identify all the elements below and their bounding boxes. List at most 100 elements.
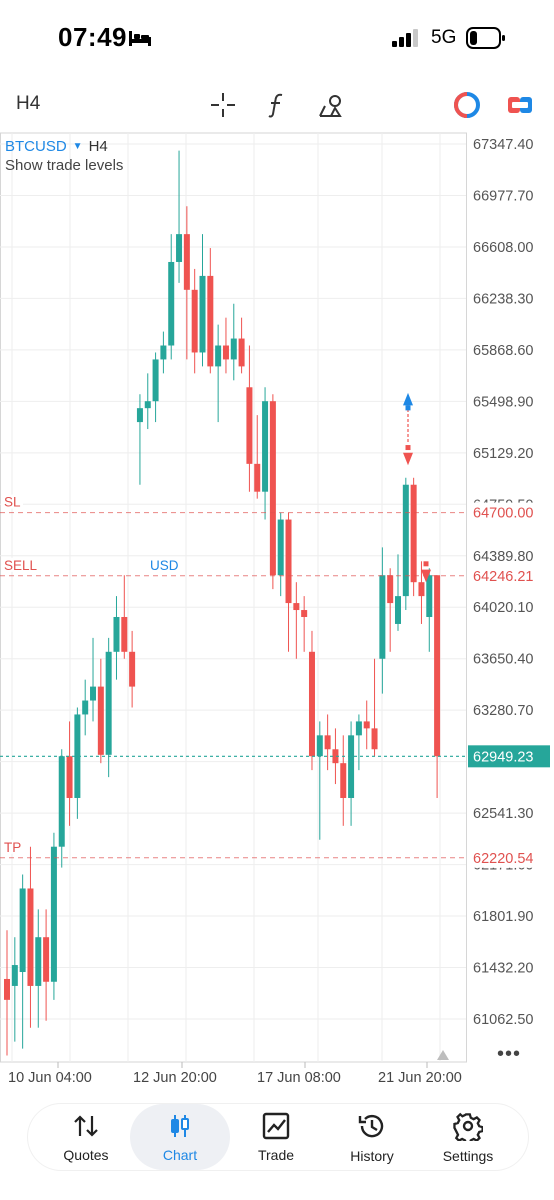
candle-body <box>90 686 97 701</box>
candle-body <box>285 519 292 604</box>
candle-body <box>371 728 378 750</box>
candle-body <box>58 756 65 847</box>
candle-body <box>402 484 409 597</box>
y-tick-label: 67347.40 <box>473 137 533 153</box>
nav-history[interactable]: History <box>322 1104 422 1170</box>
function-icon[interactable] <box>262 90 292 120</box>
nav-settings[interactable]: Settings <box>418 1104 518 1170</box>
y-tick-label: 65498.90 <box>473 394 533 410</box>
y-tick-label: 64389.80 <box>473 549 533 565</box>
candle-body <box>176 234 183 262</box>
y-tick-label: 66977.70 <box>473 188 533 204</box>
y-tick-label: 63650.40 <box>473 652 533 668</box>
candle-body <box>35 937 42 986</box>
candle-body <box>379 575 386 659</box>
nav-label: Settings <box>442 1147 494 1164</box>
network-type: 5G <box>431 27 457 48</box>
nav-label: History <box>350 1147 394 1164</box>
candle-body <box>269 401 276 576</box>
symbol-dropdown-icon[interactable]: ▼ <box>73 141 83 152</box>
bid-price-label: 62949.23 <box>473 749 533 765</box>
nav-label: Chart <box>162 1146 198 1163</box>
candle-body <box>113 616 120 652</box>
symbol-label[interactable]: BTCUSD <box>5 138 67 155</box>
candle-body <box>4 978 10 1000</box>
candle-body <box>254 463 261 492</box>
candle-body <box>293 603 300 611</box>
cellular-signal-icon <box>392 29 418 47</box>
y-tick-label: 63280.70 <box>473 703 533 719</box>
trade-level-label: TP <box>4 840 21 855</box>
y-tick-label: 61062.50 <box>473 1012 533 1028</box>
one-click-trading-icon[interactable] <box>452 90 482 120</box>
chart-toolbar: H4 <box>0 80 554 130</box>
status-time: 07:49 <box>58 22 127 52</box>
sell-arrow-stem <box>405 445 411 451</box>
candle-body <box>66 756 73 798</box>
buy-arrow-stem <box>405 405 411 411</box>
x-tick-label: 17 Jun 08:00 <box>257 1070 341 1086</box>
y-tick-label: 61801.90 <box>473 909 533 925</box>
nav-quotes[interactable]: Quotes <box>36 1104 136 1170</box>
trade-level-partial-label: USD <box>150 558 179 573</box>
nav-label: Quotes <box>63 1146 109 1163</box>
chart-icon <box>171 1114 189 1137</box>
sell-arrow-icon <box>403 452 413 466</box>
crosshair-icon[interactable] <box>208 90 238 120</box>
candle-body <box>246 387 253 464</box>
more-options-icon[interactable]: ••• <box>497 1043 521 1066</box>
candle-body <box>136 408 143 423</box>
candle-body <box>144 401 151 409</box>
history-icon <box>358 1114 384 1137</box>
x-tick-label: 21 Jun 20:00 <box>378 1070 462 1086</box>
candle-body <box>348 735 355 798</box>
chart-symbol-header[interactable]: BTCUSD ▼ H4 <box>5 138 108 155</box>
buy-arrow-icon <box>403 392 413 406</box>
trade-icon <box>262 1112 290 1139</box>
trade-panel-icon[interactable] <box>505 90 535 120</box>
settings-icon <box>453 1112 483 1141</box>
candle-body <box>191 289 198 353</box>
candle-body <box>199 275 206 353</box>
candle-body <box>262 401 269 492</box>
sell-arrow-stem <box>423 561 429 567</box>
nav-trade[interactable]: Trade <box>226 1104 326 1170</box>
candle-body <box>238 338 245 367</box>
candle-body <box>355 721 362 736</box>
candle-body <box>121 616 128 652</box>
candle-body <box>363 721 370 729</box>
candle-body <box>387 575 394 604</box>
sleep-focus-icon <box>129 31 151 46</box>
candle-body <box>395 596 401 624</box>
y-tick-label: 66608.00 <box>473 240 533 256</box>
candle-body <box>277 519 284 576</box>
candle-body <box>308 651 315 757</box>
price-chart[interactable]: 67347.40 66977.70 66608.00 66238.30 65868.60… <box>0 130 554 1100</box>
candle-body <box>230 338 237 360</box>
candle-body <box>152 359 159 402</box>
candle-body <box>129 651 136 687</box>
candle-body <box>183 234 190 290</box>
timeframe-button[interactable]: H4 <box>16 93 40 115</box>
candle-body <box>215 345 222 367</box>
trade-level-price: 64246.21 <box>473 569 533 585</box>
candle-body <box>324 735 331 750</box>
candle-body <box>11 965 18 986</box>
candle-body <box>222 345 229 360</box>
chart-shift-icon[interactable] <box>437 1050 449 1060</box>
trade-level-price: 62220.54 <box>473 851 533 867</box>
candle-body <box>97 686 104 755</box>
candle-body <box>27 888 34 986</box>
nav-chart[interactable]: Chart <box>130 1104 230 1170</box>
show-trade-levels-toggle[interactable]: Show trade levels <box>5 157 123 174</box>
candle-body <box>207 275 214 367</box>
x-tick-label: 12 Jun 20:00 <box>133 1070 217 1086</box>
candle-body <box>43 937 50 982</box>
status-bar: 07:49 5G <box>0 0 554 76</box>
trade-level-price: 64700.00 <box>473 506 533 522</box>
objects-icon[interactable] <box>316 90 346 120</box>
candle-body <box>340 763 347 798</box>
y-tick-label: 61432.20 <box>473 961 533 977</box>
candle-body <box>426 575 433 617</box>
candle-body <box>316 735 323 757</box>
